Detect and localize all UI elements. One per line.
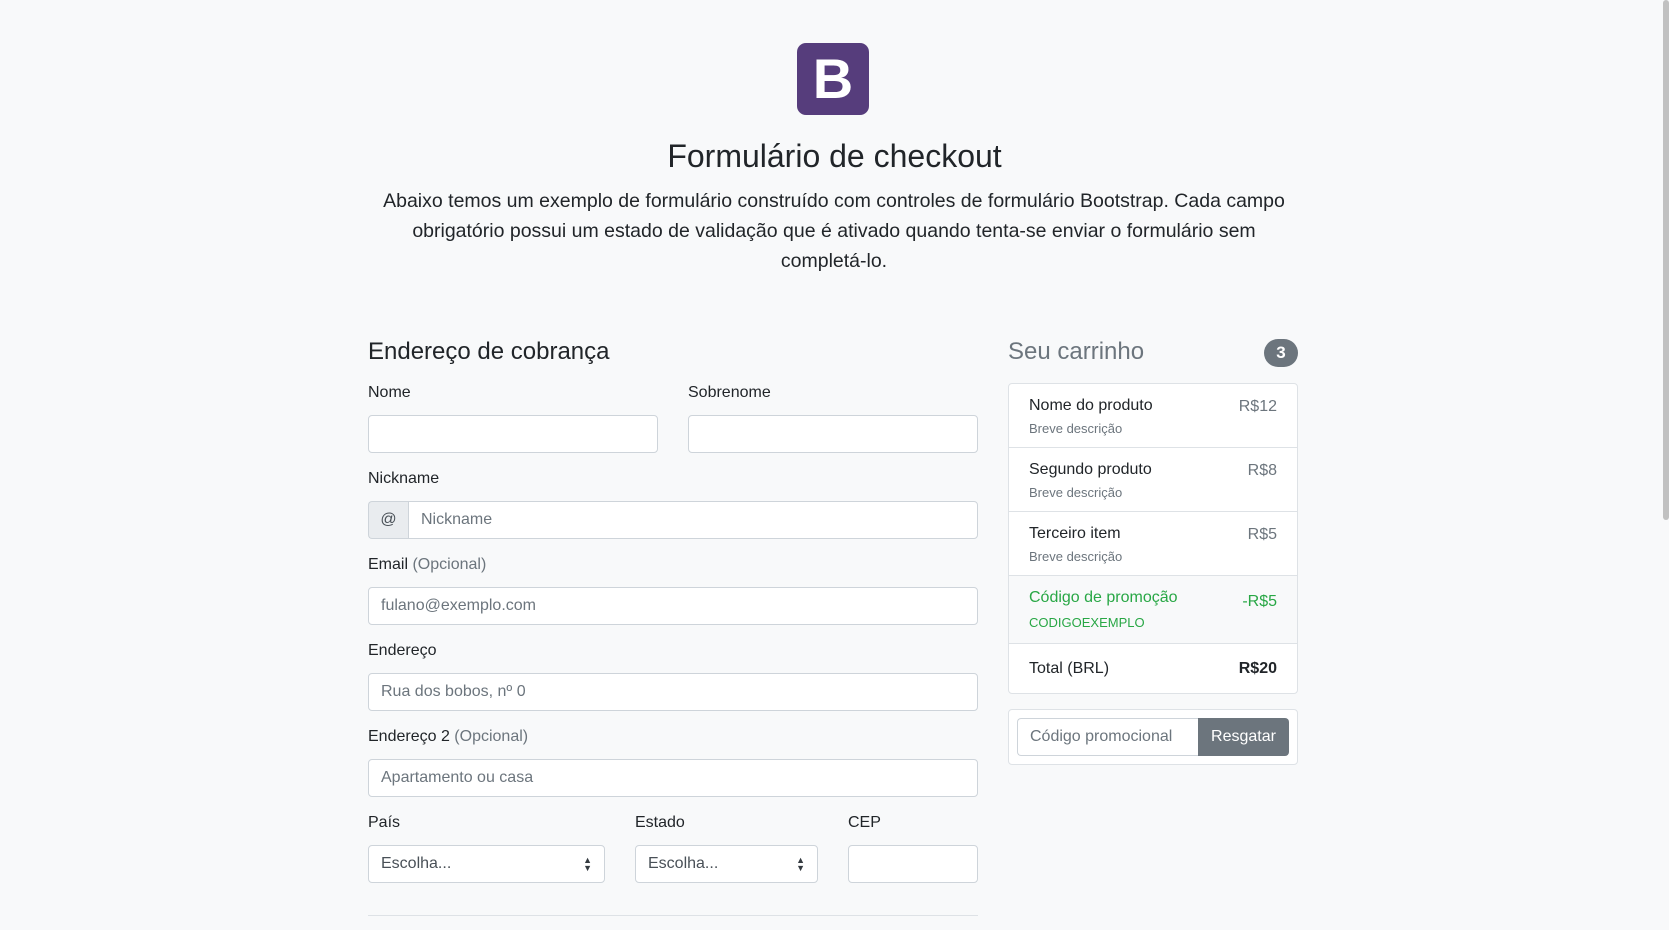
page-lead: Abaixo temos um exemplo de formulário co… (383, 190, 1285, 272)
page-title: Formulário de checkout (667, 138, 1002, 174)
email-optional: (Opcional) (412, 556, 487, 573)
cart-item: Nome do produto Breve descrição R$12 (1009, 384, 1297, 448)
cart-list: Nome do produto Breve descrição R$12 Seg… (1008, 383, 1298, 694)
nickname-prefix: @ (368, 501, 408, 539)
email-label: Email (Opcional) (368, 556, 486, 574)
cart-item-name: Segundo produto (1029, 461, 1152, 478)
cart-count-badge: 3 (1264, 339, 1298, 367)
nickname-label: Nickname (368, 470, 440, 487)
cart-item-desc: Breve descrição (1029, 549, 1123, 564)
country-label: País (368, 814, 401, 831)
address2-label-text: Endereço 2 (368, 728, 450, 745)
cart-item-name: Terceiro item (1029, 525, 1121, 542)
cart-item-name: Nome do produto (1029, 397, 1153, 414)
promo-code: CODIGOEXEMPLO (1029, 615, 1145, 630)
address2-label: Endereço 2 (Opcional) (368, 728, 528, 746)
cart-item-desc: Breve descrição (1029, 485, 1123, 500)
cart-heading: Seu carrinho (1008, 338, 1145, 365)
first-name-label: Nome (368, 384, 411, 401)
page-scrollbar[interactable] (1663, 0, 1669, 520)
total-value: R$20 (1238, 660, 1277, 677)
country-select[interactable]: Escolha... ▲ ▼ (368, 845, 605, 883)
logo-letter: B (812, 47, 854, 110)
billing-heading: Endereço de cobrança (368, 338, 610, 365)
zip-input[interactable] (848, 845, 978, 883)
redeem-button[interactable]: Resgatar (1198, 718, 1289, 756)
promo-name: Código de promoção (1029, 589, 1178, 606)
country-select-value: Escolha... (381, 855, 452, 872)
last-name-input[interactable] (688, 415, 978, 453)
nickname-input[interactable] (408, 501, 978, 539)
promo-code-form: Resgatar (1008, 709, 1298, 765)
cart-item-price: R$12 (1238, 398, 1277, 415)
state-label: Estado (635, 814, 685, 831)
last-name-label: Sobrenome (688, 384, 771, 401)
bootstrap-logo: B (797, 43, 869, 115)
select-arrows-icon: ▲ ▼ (583, 855, 592, 873)
state-select-value: Escolha... (648, 855, 719, 872)
cart-total-row: Total (BRL) R$20 (1009, 644, 1297, 693)
email-input[interactable] (368, 587, 978, 625)
cart-item-desc: Breve descrição (1029, 421, 1123, 436)
first-name-input[interactable] (368, 415, 658, 453)
state-select[interactable]: Escolha... ▲ ▼ (635, 845, 818, 883)
email-label-text: Email (368, 556, 409, 573)
address2-input[interactable] (368, 759, 978, 797)
cart-item-price: R$5 (1247, 526, 1277, 543)
address-label: Endereço (368, 642, 437, 659)
total-label: Total (BRL) (1029, 660, 1110, 677)
cart-item-price: R$8 (1247, 462, 1277, 479)
promo-code-input[interactable] (1017, 718, 1198, 756)
cart-promo-row: Código de promoção CODIGOEXEMPLO -R$5 (1009, 576, 1297, 644)
select-arrows-icon: ▲ ▼ (796, 855, 805, 873)
cart-item: Terceiro item Breve descrição R$5 (1009, 512, 1297, 576)
address2-optional: (Opcional) (454, 728, 529, 745)
address-input[interactable] (368, 673, 978, 711)
promo-discount: -R$5 (1242, 593, 1277, 610)
form-divider (368, 915, 978, 916)
zip-label: CEP (848, 814, 881, 831)
cart-item: Segundo produto Breve descrição R$8 (1009, 448, 1297, 512)
